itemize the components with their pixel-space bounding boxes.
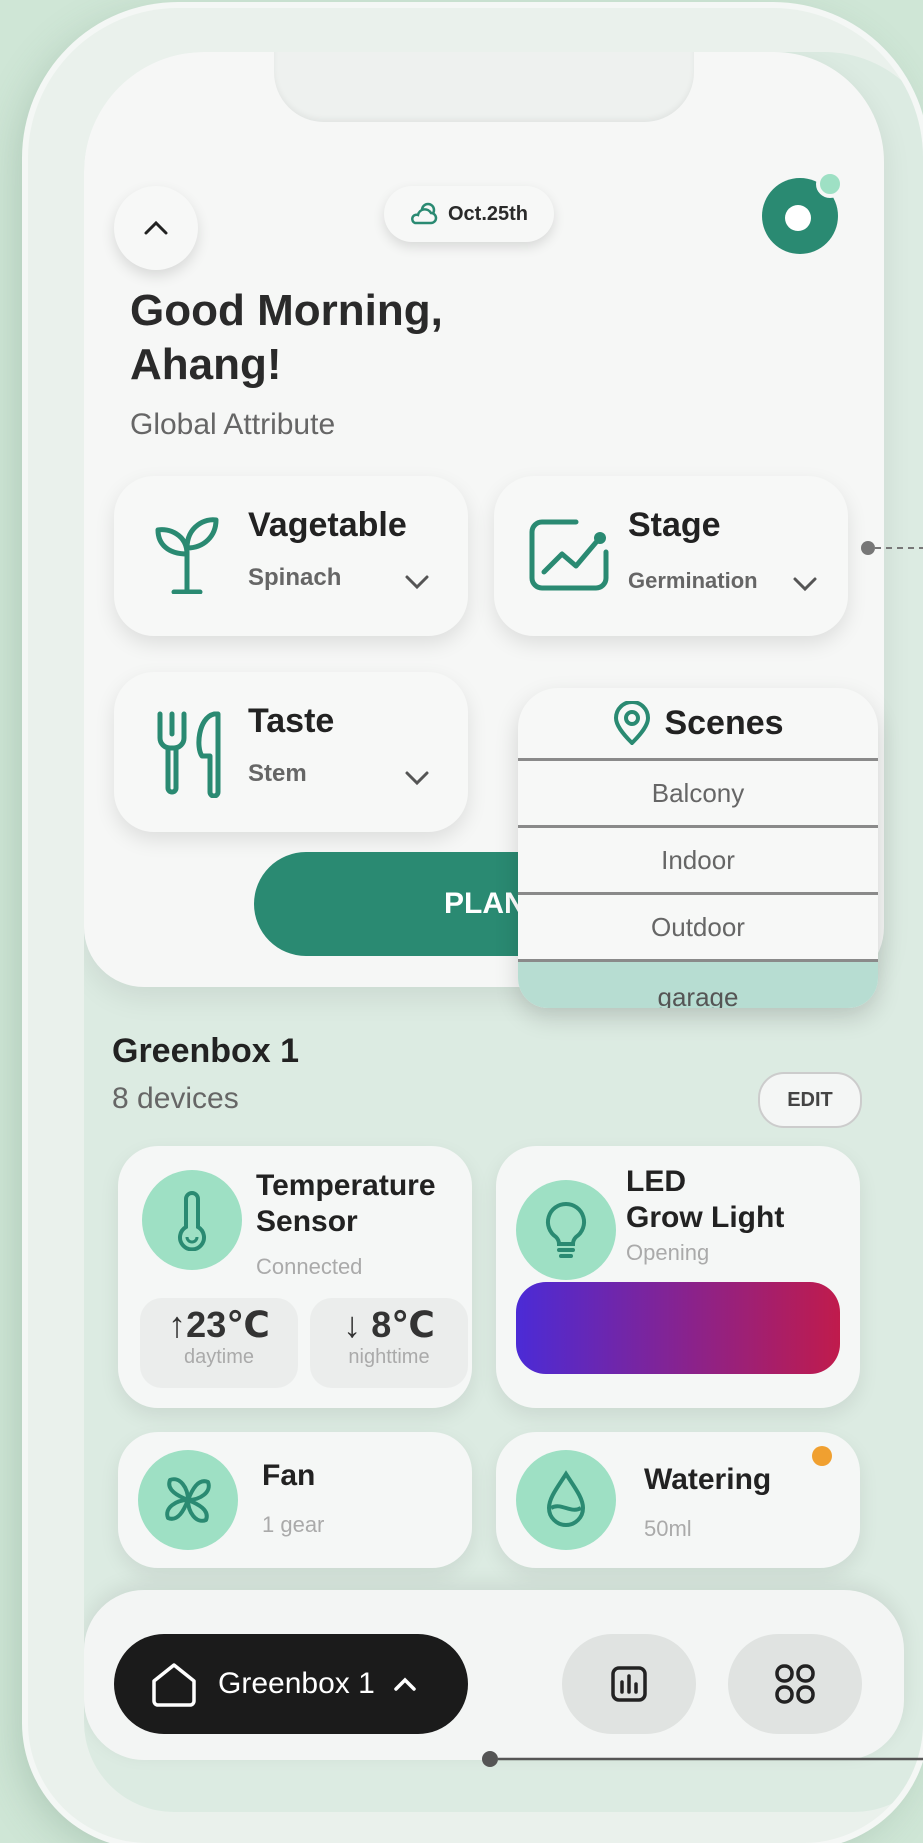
stage-callout-line [861,541,923,555]
nighttime-temp-value: ↓ 8℃ [343,1304,435,1345]
scenes-title: Scenes [664,703,784,742]
scene-option-garage[interactable]: garage [518,962,878,1008]
fan-status: 1 gear [262,1512,325,1537]
date-pill[interactable]: Oct.25th [384,186,554,242]
led-name-line-2: Grow Light [626,1201,785,1234]
water-drop-icon [546,1470,586,1527]
greenbox-title: Greenbox 1 [112,1032,300,1070]
chevron-up-icon [144,220,168,235]
chart-up-icon [529,519,609,591]
temperature-sensor-card[interactable]: Temperature Sensor Connected ↑23℃ daytim… [118,1146,472,1408]
led-icon-badge [516,1180,616,1280]
phone-frame: Oct.25th Good Morning, Ahang! Global Att… [28,8,923,1843]
location-pin-icon [614,701,651,745]
page-subtitle: Global Attribute [130,408,336,441]
scene-option-indoor[interactable]: Indoor [518,828,878,895]
watering-icon-badge [516,1450,616,1550]
vegetable-value: Spinach [248,564,342,591]
taste-title: Taste [248,702,335,740]
phone-notch [274,52,694,122]
thermometer-icon [178,1191,206,1251]
stage-title: Stage [628,506,721,544]
greenbox-switch-button[interactable]: Greenbox 1 [114,1634,468,1734]
scenes-header[interactable]: Scenes [518,688,878,761]
collapse-button[interactable] [114,186,198,270]
stage-select[interactable]: Stage Germination [494,476,848,636]
fan-name: Fan [262,1459,316,1492]
nighttime-temp: ↓ 8℃ nighttime [310,1298,468,1388]
scene-option-balcony[interactable]: Balcony [518,761,878,828]
app-screen: Oct.25th Good Morning, Ahang! Global Att… [84,52,923,1812]
cloud-sun-icon [410,202,438,225]
greenbox-switch-label: Greenbox 1 [218,1667,375,1700]
temperature-name-line-1: Temperature [256,1169,436,1202]
edit-button[interactable]: EDIT [758,1072,862,1128]
bulb-icon [545,1201,587,1258]
bottom-nav: Greenbox 1 [84,1590,904,1760]
greeting-line-1: Good Morning, [130,286,443,335]
temperature-name: Temperature Sensor [256,1168,436,1240]
nighttime-temp-label: nighttime [348,1346,430,1368]
apps-grid-button[interactable] [728,1634,862,1734]
home-icon [152,1663,196,1707]
scenes-dropdown[interactable]: Scenes Balcony Indoor Outdoor garage [518,688,878,1008]
chevron-down-icon [405,771,429,786]
temperature-name-line-2: Sensor [256,1205,358,1238]
vegetable-title: Vagetable [248,506,407,544]
sprout-icon [155,517,219,594]
greeting: Good Morning, Ahang! [130,284,630,392]
bar-chart-icon [611,1666,647,1702]
led-status: Opening [626,1240,710,1265]
nav-callout-line [482,1751,923,1767]
watering-status: 50ml [644,1516,692,1541]
temperature-icon-badge [142,1170,242,1270]
vegetable-select[interactable]: Vagetable Spinach [114,476,468,636]
watering-alert-dot [812,1446,832,1466]
taste-select[interactable]: Taste Stem [114,672,468,832]
fan-icon [165,1477,211,1523]
fan-card[interactable]: Fan 1 gear [118,1432,472,1568]
greenbox-device-count: 8 devices [112,1082,239,1115]
plant-button-label: PLAN [444,887,526,920]
chevron-down-icon [405,575,429,590]
scene-option-outdoor[interactable]: Outdoor [518,895,878,962]
led-name-line-1: LED [626,1165,686,1198]
daytime-temp-label: daytime [183,1346,255,1368]
watering-name: Watering [644,1463,772,1496]
chevron-up-icon [394,1677,416,1691]
led-name: LED Grow Light [626,1164,784,1236]
grid-icon [775,1664,815,1704]
chevron-down-icon [793,577,817,592]
daytime-temp: ↑23℃ daytime [140,1298,298,1388]
temperature-status: Connected [256,1254,363,1279]
watering-card[interactable]: Watering 50ml [496,1432,860,1568]
fan-icon-badge [138,1450,238,1550]
utensils-icon [157,711,221,798]
light-spectrum-slider[interactable] [516,1282,840,1374]
stage-value: Germination [628,568,758,593]
led-grow-light-card[interactable]: LED Grow Light Opening [496,1146,860,1408]
daytime-temp-value: ↑23℃ [168,1304,270,1345]
greeting-line-2: Ahang! [130,340,282,389]
taste-value: Stem [248,760,307,787]
app-logo[interactable] [758,168,848,258]
date-label: Oct.25th [447,202,529,225]
stats-button[interactable] [562,1634,696,1734]
